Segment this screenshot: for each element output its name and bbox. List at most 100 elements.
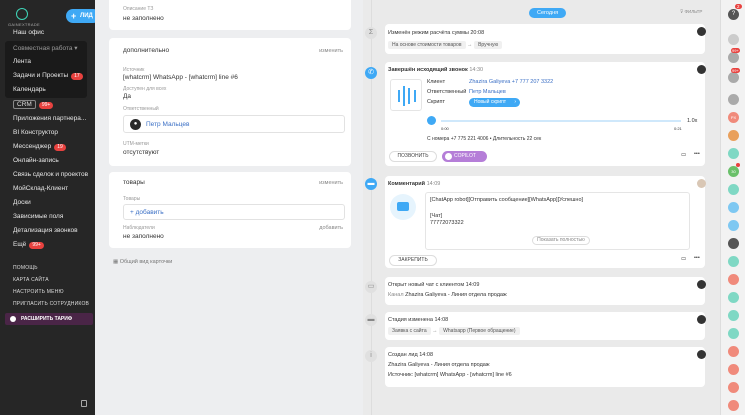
utm-value: отсутствуют: [123, 149, 160, 156]
responsible-person[interactable]: ● Петр Мальцев: [123, 115, 345, 133]
nav-item-collaboration[interactable]: Совместная работа ▾: [13, 44, 78, 52]
more-icon[interactable]: •••: [694, 151, 700, 157]
notification-badge: 2: [735, 4, 742, 9]
notifications-icon[interactable]: [728, 52, 739, 63]
chat-channel-label: Канал: [388, 292, 404, 298]
sticker-icon[interactable]: [728, 94, 739, 105]
goods-add-field[interactable]: + добавить: [123, 204, 345, 220]
nav-item-messenger[interactable]: Мессенджер 19: [13, 143, 66, 151]
created-line1: Zhazira Galiyeva - Линия отдела продаж: [388, 362, 490, 368]
note-icon[interactable]: ▭: [681, 152, 686, 158]
responsible-name: Петр Мальцев: [146, 121, 190, 128]
comment-time: 14:09: [426, 181, 441, 187]
avatar: [697, 27, 706, 36]
chat-avatar[interactable]: [728, 130, 739, 141]
play-button[interactable]: [427, 116, 436, 125]
plus-icon: +: [71, 11, 77, 21]
additional-change-link[interactable]: изменить: [319, 48, 343, 54]
available-value: Да: [123, 93, 132, 100]
timeline-feed: Сегодня ⊽ ФИЛЬТР Σ Изменён режим расчёта…: [363, 0, 720, 415]
show-full-button[interactable]: Показать полностью: [532, 236, 590, 245]
chat-avatar[interactable]: [728, 328, 739, 339]
chevron-right-icon: ›: [514, 99, 517, 105]
more-badge: 99+: [29, 242, 44, 249]
event-outgoing-call: Завершён исходящий звонок 14:30 Клиент Z…: [385, 62, 706, 166]
event-lead-created: Создан лид 14:08 Zhazira Galiyeva - Лини…: [385, 347, 706, 387]
trash-icon[interactable]: [81, 400, 87, 407]
chat-avatar[interactable]: [728, 310, 739, 321]
chat-avatar[interactable]: [728, 202, 739, 213]
speed-control[interactable]: 1.0x: [687, 118, 697, 124]
nav-item-booking[interactable]: Онлайн-запись: [13, 157, 59, 164]
chat-avatar[interactable]: [728, 256, 739, 267]
tasks-badge: 17: [71, 73, 83, 80]
nav-item-tasks[interactable]: Задачи и Проекты 17: [13, 72, 83, 80]
nav-item-bi[interactable]: BI Конструктор: [13, 129, 58, 136]
nav-item-call-details[interactable]: Детализация звонков: [13, 227, 78, 234]
chat-avatar[interactable]: [728, 346, 739, 357]
chat-avatar[interactable]: [728, 274, 739, 285]
chat-avatar-30[interactable]: 30: [728, 166, 739, 177]
settings-icon[interactable]: [728, 34, 739, 45]
messages-icon[interactable]: [728, 72, 739, 83]
right-toolbar: ? 2 99+ 99+ PX 30: [720, 0, 745, 415]
copilot-button[interactable]: COPILOT: [442, 151, 487, 162]
avatar: [697, 179, 706, 188]
responsible-label: Ответственный: [123, 106, 159, 112]
additional-header: дополнительно: [123, 47, 170, 54]
brand-logo[interactable]: GAINEXTRADE: [8, 8, 40, 30]
comment-icon: ▬: [365, 178, 377, 190]
nav-item-partner-apps[interactable]: Приложения партнера...: [13, 115, 86, 122]
client-value[interactable]: Zhazira Galiyeva +7 777 207 3322: [469, 79, 553, 85]
comment-title: Комментарий: [388, 181, 426, 187]
more-icon[interactable]: •••: [694, 255, 700, 261]
chat-avatar-px[interactable]: PX: [728, 112, 739, 123]
nav-item-crm[interactable]: CRM 99+: [13, 100, 54, 109]
messages-badge: 99+: [731, 68, 740, 73]
audio-progress[interactable]: [441, 120, 681, 122]
logo-mark: [16, 8, 28, 20]
stage-icon: ▬: [365, 314, 377, 326]
filter-button[interactable]: ⊽ ФИЛЬТР: [680, 9, 702, 15]
nav-item-more[interactable]: Ещё 99+: [13, 241, 44, 249]
notifications-badge: 99+: [731, 48, 740, 53]
audio-time-start: 0:00: [441, 126, 449, 131]
event-sum-mode: Изменён режим расчёта суммы 20:08 На осн…: [385, 24, 706, 54]
audio-file-icon: [390, 79, 422, 111]
chat-avatar[interactable]: [728, 382, 739, 393]
link-configure-menu[interactable]: НАСТРОИТЬ МЕНЮ: [13, 289, 64, 295]
shared-view-link[interactable]: ▦ Общий вид карточки: [113, 259, 172, 265]
nav-item-deals-projects[interactable]: Связь сделок и проектов: [13, 171, 88, 178]
new-script-button[interactable]: Новый скрипт ›: [469, 98, 521, 107]
audio-time-end: 0:21: [674, 126, 682, 131]
responsible-value[interactable]: Петр Мальцев: [469, 89, 506, 95]
note-icon[interactable]: ▭: [681, 256, 686, 262]
chat-avatar[interactable]: [728, 364, 739, 375]
nav-item-moysklad[interactable]: МойСклад-Клиент: [13, 185, 68, 192]
upgrade-tariff-button[interactable]: РАСШИРИТЬ ТАРИФ: [5, 313, 93, 325]
chat-avatar[interactable]: [728, 400, 739, 411]
call-button[interactable]: ПОЗВОНИТЬ: [389, 151, 437, 162]
call-time: 14:30: [469, 67, 484, 73]
nav-item-feed[interactable]: Лента: [13, 58, 31, 65]
goods-change-link[interactable]: изменить: [319, 180, 343, 186]
chat-avatar[interactable]: [728, 292, 739, 303]
link-invite[interactable]: ПРИГЛАСИТЬ СОТРУДНИКОВ: [13, 301, 89, 307]
to-value: Вручную: [474, 41, 503, 49]
stage-to: Whatsapp (Первое обращение): [439, 327, 520, 335]
crm-badge: 99+: [38, 102, 54, 109]
nav-item-office[interactable]: Наш офис: [13, 29, 44, 36]
chat-avatar[interactable]: [728, 184, 739, 195]
nav-item-boards[interactable]: Доски: [13, 199, 31, 206]
nav-item-calendar[interactable]: Календарь: [13, 86, 46, 93]
help-icon[interactable]: ?: [728, 9, 739, 20]
nav-item-dependent-fields[interactable]: Зависимые поля: [13, 213, 63, 220]
observers-add-link[interactable]: добавить: [319, 225, 343, 231]
chat-avatar[interactable]: [728, 238, 739, 249]
pin-button[interactable]: ЗАКРЕПИТЬ: [389, 255, 437, 266]
chat-avatar[interactable]: [728, 220, 739, 231]
link-sitemap[interactable]: КАРТА САЙТА: [13, 277, 49, 283]
link-help[interactable]: ПОМОЩЬ: [13, 265, 38, 271]
chat-avatar[interactable]: [728, 148, 739, 159]
today-badge: Сегодня: [529, 8, 567, 18]
